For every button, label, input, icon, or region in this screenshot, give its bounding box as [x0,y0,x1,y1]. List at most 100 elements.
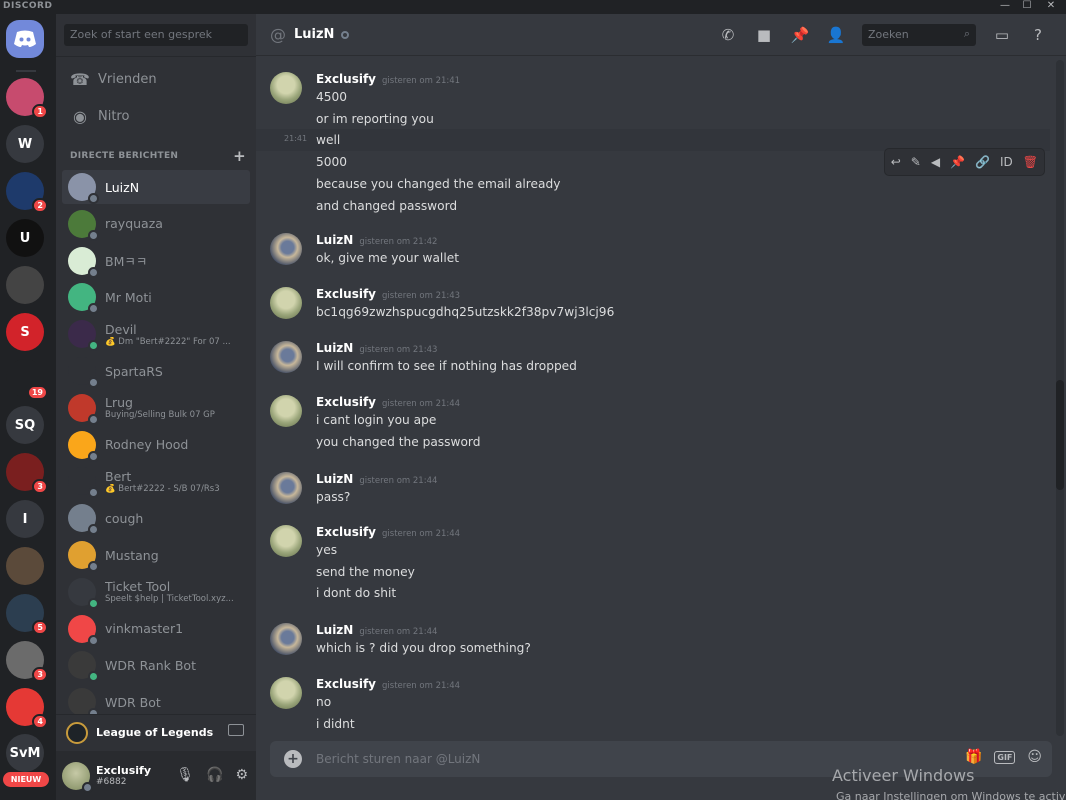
nav-friends[interactable]: ☎ Vrienden [62,62,250,96]
status-dot [88,597,99,609]
dm-status-text: Buying/Selling Bulk 07 GP [105,410,215,421]
message-author[interactable]: Exclusify [316,525,376,539]
scrollbar-thumb[interactable] [1056,380,1064,490]
message-author[interactable]: Exclusify [316,72,376,86]
message-text: bc1qg69zwzhspucgdhq25utzskk2f38pv7wj3lcj… [316,305,615,319]
reply-icon[interactable]: ↩ [891,155,901,169]
pin-icon[interactable]: 📌 [950,155,965,169]
dm-item[interactable]: Lrug Buying/Selling Bulk 07 GP [62,391,250,425]
message-author[interactable]: LuizN [316,233,353,247]
message-author[interactable]: LuizN [316,623,353,637]
pinned-messages-icon[interactable]: 📌 [790,25,810,45]
server-icon[interactable]: 2 [6,172,48,213]
new-badge[interactable]: NIEUW [3,772,49,787]
message-avatar[interactable] [270,525,302,557]
dm-search-input[interactable]: Zoek of start een gesprek [64,24,248,46]
close-button[interactable]: ✕ [1040,0,1062,14]
message-text: because you changed the email already [316,176,561,191]
gif-button[interactable]: GIF [994,750,1016,764]
game-overlay-icon[interactable] [228,724,244,736]
server-icon[interactable]: 19 [6,359,48,400]
chat-header: @ LuizN ✆ ■ 📌 👤 Zoeken ⌕ ▭ ? [256,14,1066,56]
dm-item[interactable]: rayquaza [62,207,250,241]
server-initials: W [17,136,33,152]
server-icon[interactable] [6,266,44,304]
delete-icon[interactable]: 🗑 [1023,155,1038,169]
edit-icon[interactable]: ✎ [911,155,921,169]
server-icon[interactable]: S [6,313,44,351]
server-icon[interactable] [6,547,44,585]
message-author[interactable]: Exclusify [316,395,376,409]
message-input[interactable]: Bericht sturen naar @LuizN [316,752,480,766]
server-icon[interactable]: 3 [6,641,48,682]
dm-status-text: 💰 Dm "Bert#2222" For 07 ... [105,336,231,347]
dm-item[interactable]: Rodney Hood [62,428,250,462]
dm-item[interactable]: Mustang [62,538,250,572]
dm-item[interactable]: Devil 💰 Dm "Bert#2222" For 07 ... [62,317,250,352]
status-dot [88,487,99,499]
message-avatar[interactable] [270,623,302,655]
add-friend-to-dm-icon[interactable]: 👤 [826,25,846,45]
dm-item[interactable]: BMㅋㅋ [62,244,250,278]
server-icon[interactable]: W [6,125,44,163]
server-icon[interactable]: 3 [6,453,48,494]
help-icon[interactable]: ? [1028,25,1048,45]
maximize-button[interactable]: ☐ [1016,0,1038,14]
dm-item[interactable]: WDR Rank Bot [62,648,250,683]
dm-header: DIRECTE BERICHTEN + [70,147,246,165]
message-author[interactable]: Exclusify [316,677,376,691]
user-avatar[interactable] [62,761,93,793]
upload-plus-icon[interactable]: + [284,750,302,768]
chat-search-input[interactable]: Zoeken ⌕ [862,24,976,46]
dm-item[interactable]: Bert 💰 Bert#2222 - S/B 07/Rs3 [62,464,250,499]
copy-link-icon[interactable]: 🔗 [975,155,990,169]
gift-icon[interactable]: 🎁 [965,749,982,765]
message-avatar[interactable] [270,677,302,709]
reaction-icon[interactable]: ◀ [931,155,940,169]
dm-item[interactable]: cough [62,501,250,536]
hovered-message-row [256,129,1050,151]
inbox-icon[interactable]: ▭ [992,25,1012,45]
message-avatar[interactable] [270,233,302,265]
message-author[interactable]: LuizN [316,472,353,486]
create-dm-icon[interactable]: + [233,147,246,165]
dm-item[interactable]: Ticket Tool Speelt $help | TicketTool.xyz… [62,575,250,609]
server-icon[interactable]: U [6,219,44,257]
server-icon[interactable]: SvM [6,734,44,772]
server-icon[interactable]: 4 [6,688,48,729]
server-icon[interactable]: I [6,500,44,538]
message-text: yes [316,543,338,557]
minimize-button[interactable]: — [994,0,1016,14]
dm-item[interactable]: SpartaRS [62,354,250,388]
dm-item[interactable]: LuizN [62,170,250,204]
nav-friends-label: Vrienden [98,71,157,87]
headphones-icon[interactable]: 🎧 [206,767,223,783]
server-initials: SQ [14,417,36,433]
emoji-icon[interactable]: ☺ [1027,749,1042,765]
mention-badge: 3 [32,479,48,494]
dm-item[interactable]: Mr Moti [62,280,250,315]
message-author[interactable]: LuizN [316,341,353,355]
microphone-icon[interactable]: 🎙 [176,767,194,783]
message-avatar[interactable] [270,72,302,104]
message-scrollbar[interactable] [1056,60,1064,736]
settings-gear-icon[interactable]: ⚙ [235,767,248,783]
dm-item[interactable]: vinkmaster1 [62,612,250,646]
message-avatar[interactable] [270,287,302,319]
nav-nitro[interactable]: ◉ Nitro [62,99,250,133]
server-icon[interactable]: SQ [6,406,44,444]
dm-avatar [68,651,99,683]
home-button[interactable] [6,20,44,58]
message-text: you changed the password [316,434,481,449]
message-author[interactable]: Exclusify [316,287,376,301]
message-avatar[interactable] [270,472,302,504]
message-header: LuizN gisteren om 21:44 [316,472,437,486]
server-icon[interactable]: 5 [6,594,48,635]
message-header: Exclusify gisteren om 21:41 [316,72,460,86]
voice-call-icon[interactable]: ✆ [718,25,738,45]
message-avatar[interactable] [270,341,302,373]
video-call-icon[interactable]: ■ [754,25,774,45]
copy-id-icon[interactable]: ID [1000,155,1013,169]
message-avatar[interactable] [270,395,302,427]
server-icon[interactable]: 1 [6,78,48,119]
